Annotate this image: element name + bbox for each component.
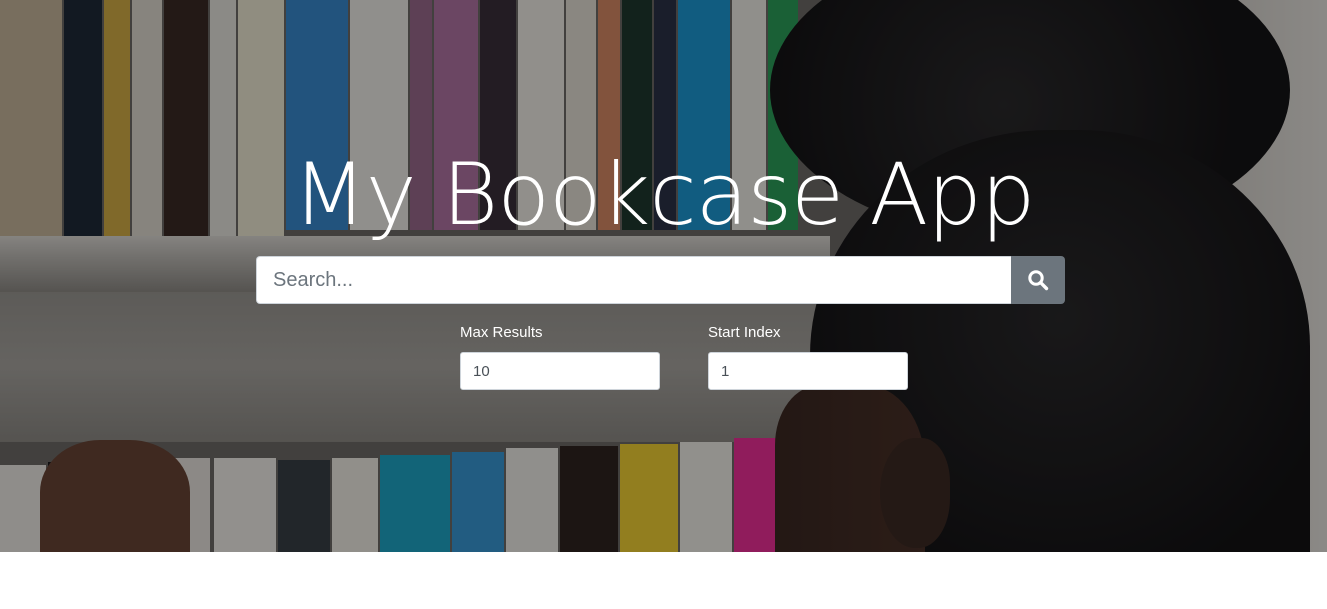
start-index-label: Start Index [708, 324, 781, 341]
max-results-label: Max Results [460, 324, 543, 341]
page-content-area [0, 552, 1327, 609]
search-bar [256, 256, 1065, 304]
search-icon [1027, 269, 1049, 291]
search-button[interactable] [1011, 256, 1065, 304]
page-title: My Bookcase App [292, 145, 1036, 245]
start-index-group: Start Index [708, 322, 908, 390]
start-index-input[interactable] [708, 352, 908, 390]
hero-banner: My Bookcase App Max Results Start Index [0, 0, 1327, 552]
search-input[interactable] [256, 256, 1011, 304]
max-results-group: Max Results [460, 322, 660, 390]
max-results-input[interactable] [460, 352, 660, 390]
